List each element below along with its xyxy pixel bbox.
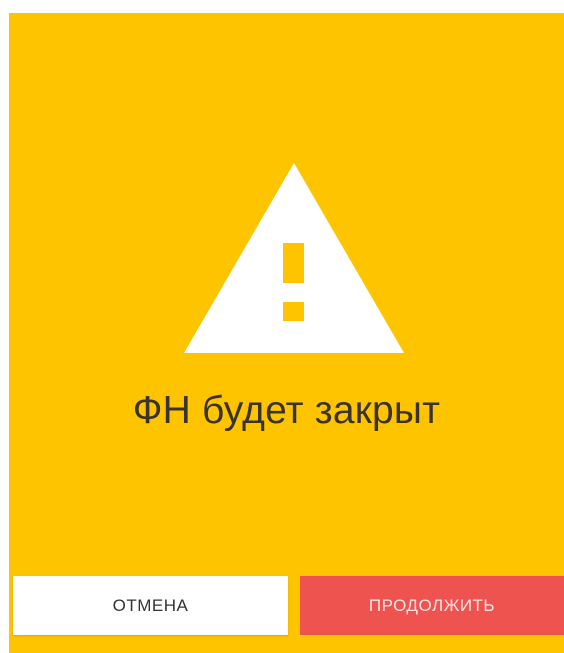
cancel-button[interactable]: ОТМЕНА [13, 576, 288, 635]
screen: ФН будет закрыт ОТМЕНА ПРОДОЛЖИТЬ [0, 0, 564, 653]
dialog-title: ФН будет закрыт [132, 389, 441, 432]
warning-dialog: ФН будет закрыт [9, 13, 564, 653]
continue-button[interactable]: ПРОДОЛЖИТЬ [300, 576, 564, 635]
warning-icon [184, 163, 404, 353]
